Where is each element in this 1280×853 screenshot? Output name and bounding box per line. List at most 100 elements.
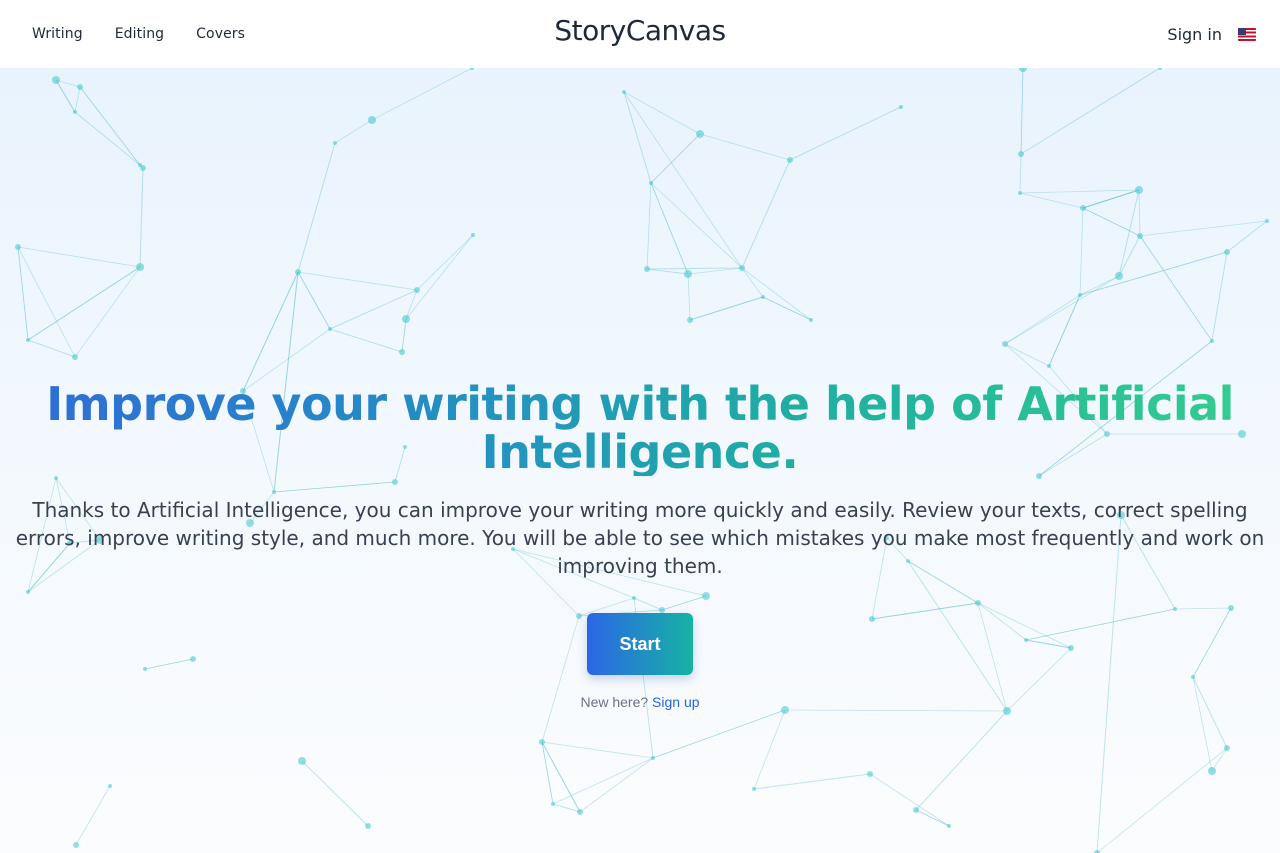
- network-node: [392, 479, 398, 485]
- network-line: [1019, 189, 1140, 194]
- network-line: [1019, 192, 1084, 209]
- network-node: [1018, 191, 1022, 195]
- network-line: [297, 142, 336, 273]
- network-line: [579, 757, 654, 813]
- network-line: [541, 741, 581, 813]
- network-line: [1082, 189, 1140, 209]
- network-line: [650, 182, 743, 269]
- network-node: [73, 110, 77, 114]
- network-node: [1224, 745, 1230, 751]
- sign-in-link[interactable]: Sign in: [1167, 25, 1222, 44]
- start-button[interactable]: Start: [587, 613, 693, 675]
- network-node: [869, 616, 875, 622]
- network-node: [899, 105, 903, 109]
- network-line: [74, 266, 141, 358]
- network-line: [661, 595, 707, 611]
- network-node: [272, 490, 276, 494]
- network-line: [650, 182, 689, 275]
- network-node: [368, 116, 376, 124]
- network-node: [365, 823, 371, 829]
- network-node: [1002, 341, 1008, 347]
- network-line: [1192, 607, 1232, 678]
- network-line: [784, 709, 1008, 712]
- network-node: [1173, 607, 1177, 611]
- network-line: [329, 289, 418, 330]
- network-node: [576, 613, 582, 619]
- network-node: [328, 327, 332, 331]
- network-line: [139, 167, 144, 268]
- network-line: [1019, 153, 1022, 194]
- network-line: [741, 159, 791, 269]
- nav-editing-link[interactable]: Editing: [115, 26, 164, 42]
- network-line: [1192, 676, 1228, 749]
- network-line: [1004, 294, 1081, 345]
- network-line: [646, 268, 689, 275]
- network-node: [295, 269, 301, 275]
- network-line: [1020, 68, 1161, 155]
- network-node: [913, 807, 919, 813]
- network-line: [689, 296, 764, 321]
- network-node: [414, 287, 420, 293]
- network-line: [1192, 676, 1213, 772]
- network-node: [687, 317, 693, 323]
- sign-up-link[interactable]: Sign up: [652, 694, 699, 710]
- network-line: [1138, 189, 1141, 237]
- network-line: [753, 709, 786, 790]
- network-line: [301, 760, 369, 827]
- network-line: [871, 602, 979, 620]
- network-line: [1004, 343, 1050, 367]
- network-line: [405, 234, 474, 320]
- network-node: [73, 842, 79, 848]
- network-node: [15, 244, 21, 250]
- network-node: [577, 809, 583, 815]
- network-line: [646, 267, 743, 270]
- hero-description: Thanks to Artificial Intelligence, you c…: [15, 498, 1265, 578]
- network-node: [1208, 767, 1216, 775]
- network-node: [867, 771, 873, 777]
- network-line: [907, 560, 1008, 712]
- network-node: [1137, 233, 1143, 239]
- network-node: [551, 802, 555, 806]
- top-navigation-bar: Writing Editing Covers StoryCanvas Sign …: [0, 0, 1280, 68]
- network-node: [644, 266, 650, 272]
- network-node: [471, 233, 475, 237]
- us-flag-icon[interactable]: [1238, 27, 1256, 41]
- network-line: [1004, 275, 1120, 345]
- network-node: [1019, 68, 1027, 72]
- network-node: [402, 315, 410, 323]
- network-line: [753, 773, 871, 790]
- network-line: [74, 111, 141, 166]
- network-line: [297, 271, 418, 291]
- nav-covers-link[interactable]: Covers: [196, 26, 245, 42]
- network-node: [622, 90, 626, 94]
- network-line: [17, 246, 141, 268]
- network-node: [298, 757, 306, 765]
- network-line: [74, 86, 81, 113]
- network-line: [1096, 747, 1228, 853]
- network-node: [108, 784, 112, 788]
- brand-logo[interactable]: StoryCanvas: [554, 14, 726, 47]
- network-line: [623, 91, 743, 269]
- nav-writing-link[interactable]: Writing: [32, 26, 83, 42]
- hero-headline: Improve your writing with the help of Ar…: [40, 380, 1240, 476]
- network-line: [541, 741, 654, 759]
- network-node: [975, 600, 981, 606]
- network-node: [947, 824, 951, 828]
- network-node: [52, 76, 60, 84]
- network-node: [684, 270, 692, 278]
- network-node: [26, 590, 30, 594]
- network-node: [1047, 364, 1051, 368]
- network-node: [761, 295, 765, 299]
- network-line: [416, 234, 474, 291]
- network-node: [77, 84, 83, 90]
- network-line: [334, 119, 373, 144]
- network-line: [1025, 639, 1072, 649]
- network-line: [552, 757, 654, 805]
- network-node: [140, 165, 146, 171]
- network-node: [1265, 219, 1269, 223]
- network-line: [915, 809, 950, 827]
- network-node: [1018, 151, 1024, 157]
- network-line: [242, 271, 299, 392]
- network-line: [699, 133, 791, 161]
- network-node: [1078, 293, 1082, 297]
